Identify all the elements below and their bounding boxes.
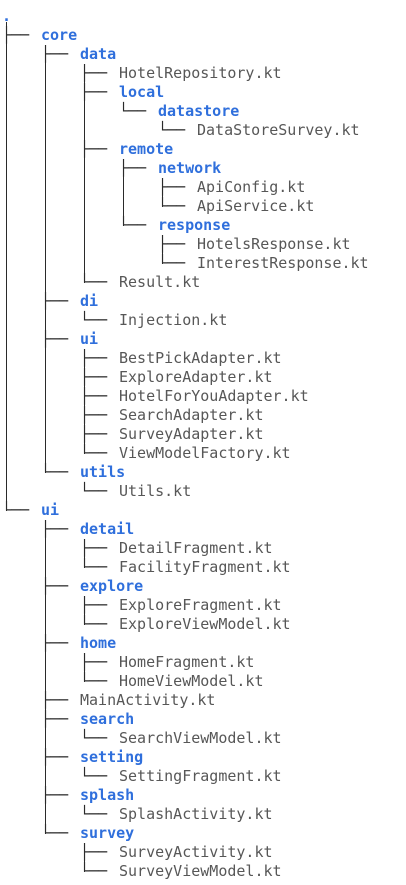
tree-guide-line: [162, 244, 163, 264]
folder-name[interactable]: splash: [80, 786, 134, 805]
file-name[interactable]: InterestResponse.kt: [197, 254, 369, 273]
file-name[interactable]: Utils.kt: [119, 482, 191, 501]
file-name[interactable]: BestPickAdapter.kt: [119, 349, 282, 368]
file-name[interactable]: DetailFragment.kt: [119, 539, 273, 558]
tree-guide-line: [84, 358, 85, 378]
tree-guide-line: [45, 757, 46, 796]
folder-name[interactable]: explore: [80, 577, 143, 596]
file-name[interactable]: ExploreAdapter.kt: [119, 368, 273, 387]
tree-guide-line: [45, 301, 46, 340]
folder-name[interactable]: ui: [80, 330, 98, 349]
file-name[interactable]: ExploreViewModel.kt: [119, 615, 291, 634]
file-name[interactable]: HotelForYouAdapter.kt: [119, 387, 309, 406]
folder-name[interactable]: data: [80, 45, 116, 64]
file-name[interactable]: ViewModelFactory.kt: [119, 444, 291, 463]
tree-guide-line: [45, 643, 46, 701]
folder-name[interactable]: di: [80, 292, 98, 311]
folder-name[interactable]: network: [158, 159, 221, 178]
file-name[interactable]: Injection.kt: [119, 311, 227, 330]
folder-name[interactable]: search: [80, 710, 134, 729]
file-name[interactable]: FacilityFragment.kt: [119, 558, 291, 577]
tree-guide-line: [162, 187, 163, 207]
branch-corner-connector: └──: [119, 102, 147, 120]
branch-corner-connector: └──: [80, 805, 108, 823]
tree-guide-line: [45, 54, 46, 302]
branch-corner-connector: └──: [80, 311, 108, 329]
file-name[interactable]: SurveyViewModel.kt: [119, 862, 282, 881]
file-name[interactable]: MainActivity.kt: [80, 691, 215, 710]
folder-name[interactable]: core: [41, 26, 77, 45]
tree-guide-line: [84, 605, 85, 625]
file-name[interactable]: SettingFragment.kt: [119, 767, 282, 786]
tree-guide-line: [45, 586, 46, 644]
folder-name[interactable]: detail: [80, 520, 134, 539]
folder-name[interactable]: setting: [80, 748, 143, 767]
tree-guide-line: [84, 73, 85, 93]
tree-guide-line: [84, 662, 85, 682]
tree-guide-line: [84, 415, 85, 435]
file-name[interactable]: ApiConfig.kt: [197, 178, 305, 197]
file-name[interactable]: HotelsResponse.kt: [197, 235, 351, 254]
folder-name[interactable]: response: [158, 216, 230, 235]
tree-guide-line: [84, 548, 85, 568]
tree-guide-line: [45, 339, 46, 473]
file-name[interactable]: Result.kt: [119, 273, 200, 292]
file-name[interactable]: ApiService.kt: [197, 197, 314, 216]
folder-name[interactable]: home: [80, 634, 116, 653]
tree-guide-line: [84, 434, 85, 454]
tree-guide-line: [45, 795, 46, 834]
file-name[interactable]: HomeViewModel.kt: [119, 672, 264, 691]
branch-corner-connector: └──: [80, 482, 108, 500]
file-name[interactable]: SurveyActivity.kt: [119, 843, 273, 862]
folder-name[interactable]: ui: [41, 501, 59, 520]
tree-guide-line: [84, 396, 85, 416]
folder-name[interactable]: datastore: [158, 102, 239, 121]
folder-name[interactable]: utils: [80, 463, 125, 482]
file-tree: . ├── core ├── data ├── HotelRepository.kt ├──…: [0, 0, 406, 885]
tree-guide-line: [84, 92, 85, 150]
file-name[interactable]: SplashActivity.kt: [119, 805, 273, 824]
branch-corner-connector: └──: [158, 121, 186, 139]
tree-guide-line: [123, 168, 124, 226]
branch-corner-connector: └──: [80, 729, 108, 747]
tree-guide-line: [6, 22, 7, 36]
tree-guide-line: [45, 700, 46, 720]
folder-name[interactable]: remote: [119, 140, 173, 159]
folder-name[interactable]: survey: [80, 824, 134, 843]
file-name[interactable]: SearchAdapter.kt: [119, 406, 264, 425]
tree-guide-line: [84, 377, 85, 397]
file-name[interactable]: ExploreFragment.kt: [119, 596, 282, 615]
tree-guide-line: [84, 852, 85, 872]
tree-guide-line: [45, 719, 46, 758]
file-name[interactable]: HotelRepository.kt: [119, 64, 282, 83]
file-name[interactable]: DataStoreSurvey.kt: [197, 121, 360, 140]
branch-corner-connector: └──: [80, 767, 108, 785]
tree-guide-line: [45, 529, 46, 587]
file-name[interactable]: HomeFragment.kt: [119, 653, 254, 672]
tree-guide-line: [84, 149, 85, 283]
file-name[interactable]: SearchViewModel.kt: [119, 729, 282, 748]
file-name[interactable]: SurveyAdapter.kt: [119, 425, 264, 444]
tree-guide-line: [6, 35, 7, 511]
folder-name[interactable]: local: [119, 83, 164, 102]
